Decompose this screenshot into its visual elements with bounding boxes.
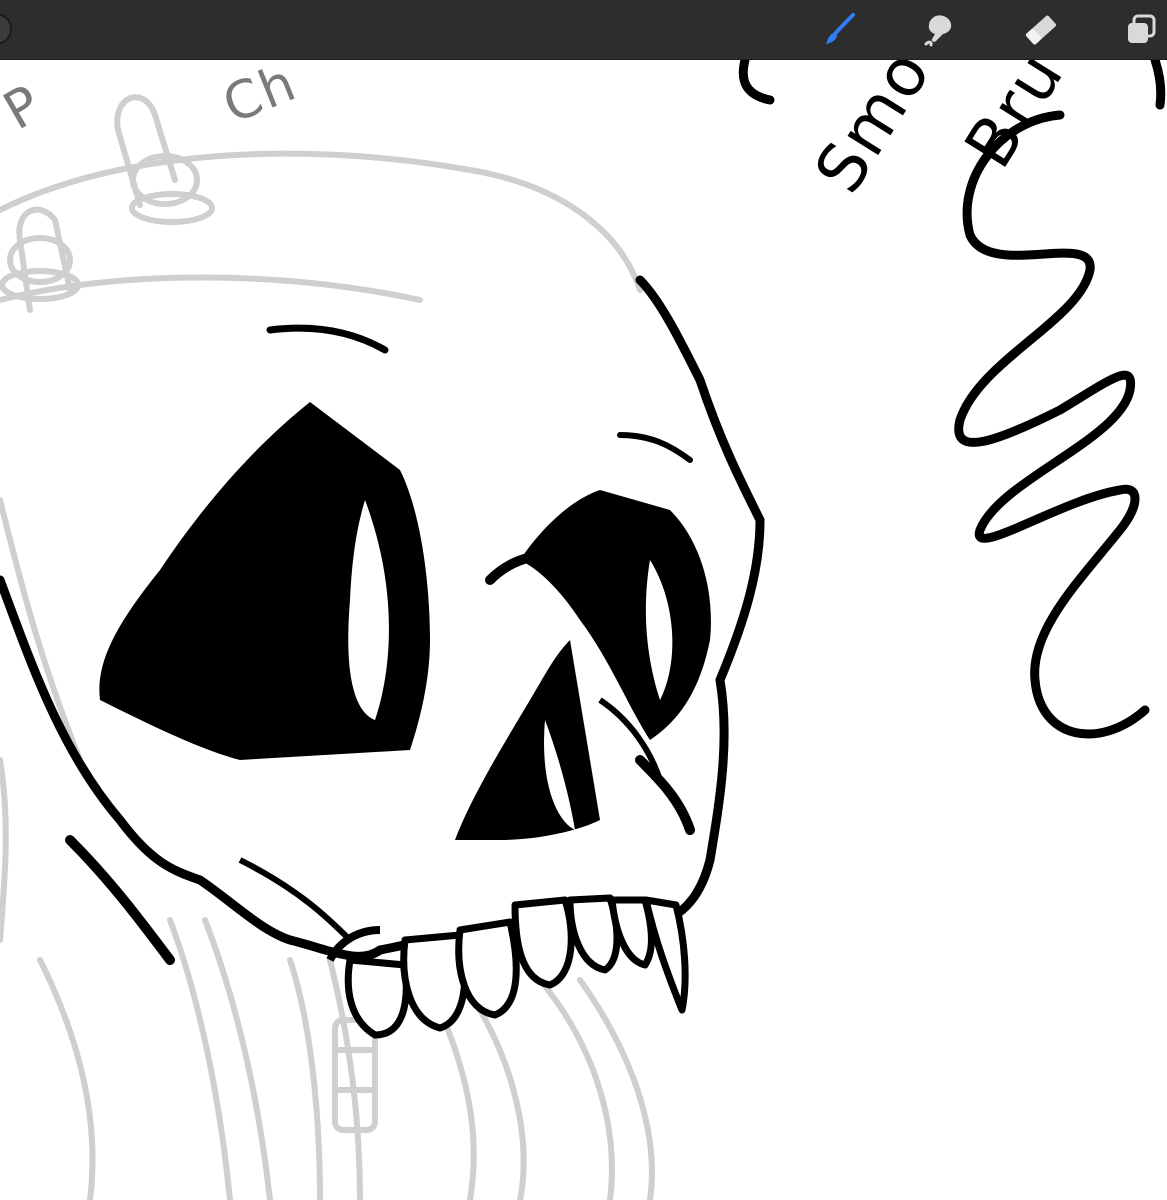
squiggle-stroke (954, 110, 1150, 739)
paintbrush-icon (826, 13, 855, 44)
skull-drawing (0, 275, 765, 1039)
layers-icon (1128, 14, 1156, 43)
eraser-icon (1025, 15, 1057, 45)
artwork (0, 60, 1166, 1200)
top-toolbar (0, 0, 1167, 60)
drawing-canvas[interactable]: Smoo Bru P Ch (0, 60, 1167, 1200)
gallery-button-edge[interactable] (0, 14, 12, 44)
smudge-tool-button[interactable] (918, 9, 960, 51)
drawing-app: Smoo Bru P Ch (0, 0, 1167, 1200)
smudge-finger-icon (924, 15, 952, 47)
layers-tool-button[interactable] (1120, 9, 1162, 51)
eraser-tool-button[interactable] (1020, 9, 1062, 51)
brush-tool-button[interactable] (819, 9, 861, 51)
